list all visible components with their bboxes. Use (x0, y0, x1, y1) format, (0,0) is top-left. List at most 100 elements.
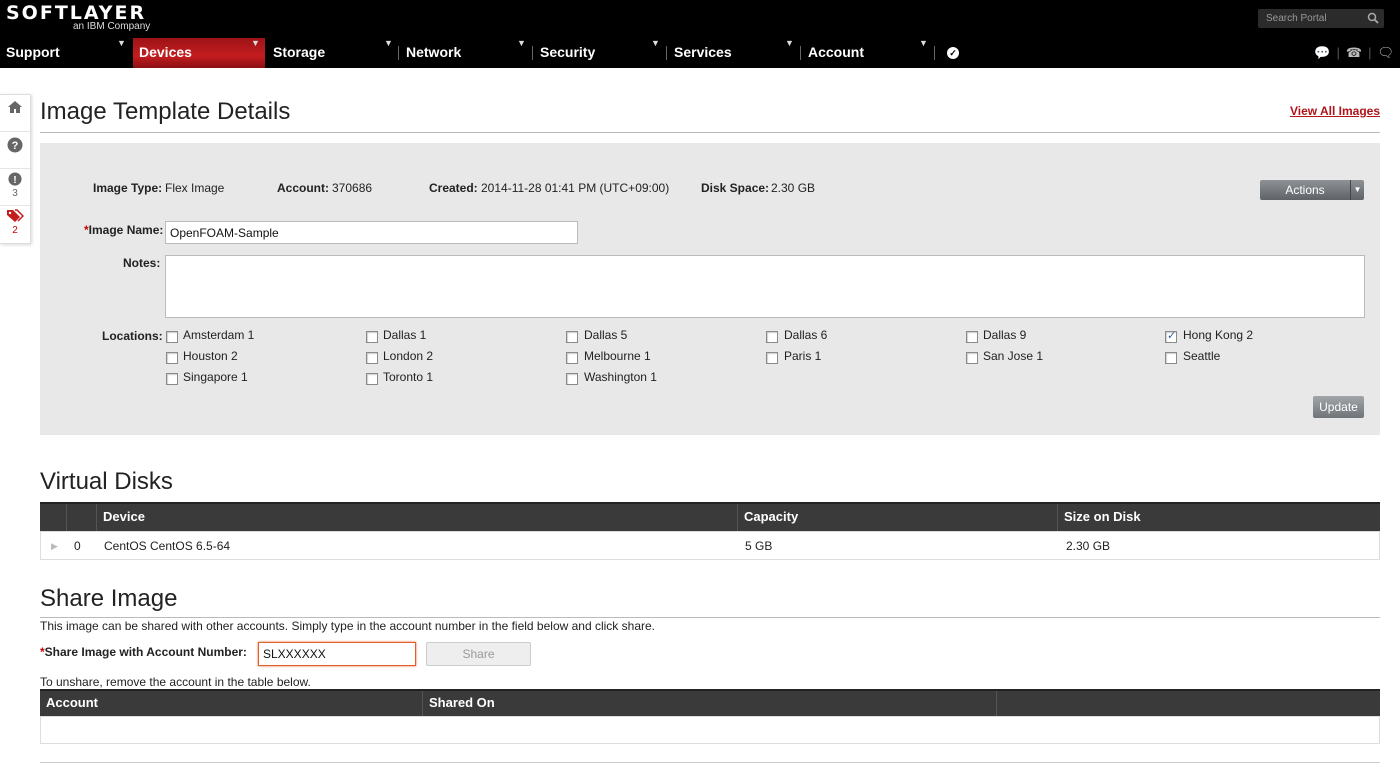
logo[interactable]: SOFTLAYER an IBM Company (6, 2, 150, 32)
nav-label: Services (674, 44, 732, 60)
virtual-disks-heading: Virtual Disks (40, 468, 173, 495)
virtual-disks-table-header: Device Capacity Size on Disk (40, 502, 1380, 531)
column-header-account[interactable]: Account (40, 691, 423, 716)
unshare-text: To unshare, remove the account in the ta… (40, 675, 311, 689)
location-checkbox[interactable] (166, 331, 178, 343)
more-menu-chevron-icon[interactable]: ✓ (947, 47, 959, 59)
column-header-size[interactable]: Size on Disk (1058, 504, 1380, 531)
search-box (1258, 9, 1384, 28)
location-checkbox[interactable] (1165, 352, 1177, 364)
chevron-down-icon: ▼ (517, 38, 526, 48)
nav-support[interactable]: Support (0, 38, 131, 68)
created-label: Created: (429, 181, 478, 195)
nav-account[interactable]: Account (802, 38, 933, 68)
nav-label: Network (406, 44, 462, 60)
disk-device: CentOS CentOS 6.5-64 (104, 539, 231, 553)
search-input[interactable] (1258, 9, 1362, 28)
rail-home[interactable] (0, 95, 30, 132)
rail-help[interactable]: ? (0, 132, 30, 169)
divider (40, 762, 1380, 763)
location-checkbox[interactable] (566, 331, 578, 343)
location-label: London 2 (383, 349, 434, 363)
location-checkbox[interactable] (166, 352, 178, 364)
index-column-header (67, 504, 97, 531)
rail-tickets[interactable]: 2 (0, 206, 30, 243)
disk-space-label: Disk Space: (701, 181, 770, 195)
share-account-label: *Share Image with Account Number: (40, 645, 247, 659)
view-all-images-link[interactable]: View All Images (1290, 104, 1380, 118)
nav-label: Security (540, 44, 596, 60)
help-icon: ? (7, 137, 23, 153)
notes-textarea[interactable] (165, 255, 1365, 318)
divider (40, 617, 1380, 618)
share-image-heading: Share Image (40, 585, 178, 612)
alert-icon: ! (8, 172, 22, 186)
location-checkbox[interactable] (966, 331, 978, 343)
chevron-down-icon[interactable]: ▼ (1350, 180, 1364, 200)
location-checkbox[interactable] (766, 331, 778, 343)
nav-label: Support (6, 44, 60, 60)
disk-space-value: 2.30 GB (771, 181, 816, 195)
nav-devices[interactable]: Devices (133, 38, 265, 68)
expand-column-header (40, 504, 67, 531)
table-row: ▶ 0 CentOS CentOS 6.5-64 5 GB 2.30 GB (40, 531, 1380, 560)
chat-icon[interactable]: 💬 (1314, 45, 1330, 60)
location-checkbox[interactable] (966, 352, 978, 364)
disk-capacity: 5 GB (745, 539, 773, 553)
divider (40, 132, 1380, 133)
nav-storage[interactable]: Storage (267, 38, 398, 68)
location-label: Washington 1 (584, 370, 657, 384)
location-label: Singapore 1 (183, 370, 248, 384)
location-label: Melbourne 1 (584, 349, 651, 363)
nav-divider (934, 46, 935, 60)
update-button[interactable]: Update (1313, 396, 1364, 418)
left-rail: ? ! 3 2 (0, 94, 31, 244)
svg-text:!: ! (13, 174, 17, 186)
home-icon (8, 101, 22, 113)
location-label: Amsterdam 1 (183, 328, 255, 342)
actions-label: Actions (1285, 183, 1325, 197)
nav-security[interactable]: Security (534, 38, 665, 68)
disk-size: 2.30 GB (1066, 539, 1111, 553)
image-name-input[interactable] (165, 221, 578, 244)
column-header-device[interactable]: Device (97, 504, 738, 531)
column-header-actions (997, 691, 1380, 716)
page-title: Image Template Details (40, 98, 291, 125)
shared-accounts-empty-row (40, 716, 1380, 744)
phone-icon[interactable]: ☎ (1346, 45, 1362, 60)
tag-icon (7, 209, 25, 222)
location-label: Dallas 5 (584, 328, 628, 342)
chevron-down-icon: ▼ (251, 38, 260, 48)
nav-divider (398, 46, 399, 60)
location-checkbox[interactable] (366, 373, 378, 385)
location-checkbox[interactable] (166, 373, 178, 385)
share-account-input[interactable] (258, 642, 416, 666)
nav-divider (532, 46, 533, 60)
location-label: Seattle (1183, 349, 1221, 363)
svg-text:?: ? (12, 140, 19, 152)
search-icon[interactable] (1367, 12, 1379, 24)
location-checkbox[interactable] (566, 352, 578, 364)
tickets-count: 2 (12, 225, 18, 236)
nav-label: Account (808, 44, 864, 60)
chevron-down-icon: ▼ (384, 38, 393, 48)
column-header-shared-on[interactable]: Shared On (423, 691, 997, 716)
rail-alerts[interactable]: ! 3 (0, 169, 30, 206)
column-header-capacity[interactable]: Capacity (738, 504, 1058, 531)
disk-index: 0 (74, 539, 81, 553)
share-button[interactable]: Share (426, 642, 531, 666)
image-name-label: *Image Name: (84, 223, 163, 237)
expand-row-icon[interactable]: ▶ (45, 532, 58, 560)
location-checkbox[interactable] (766, 352, 778, 364)
location-checkbox[interactable] (366, 352, 378, 364)
location-checkbox[interactable] (366, 331, 378, 343)
location-checkbox-checked[interactable] (1165, 329, 1177, 343)
message-icon[interactable]: 🗨 (1377, 45, 1394, 60)
actions-button[interactable]: Actions ▼ (1260, 180, 1364, 200)
image-name-label-text: Image Name: (88, 223, 164, 237)
location-label: Hong Kong 2 (1183, 328, 1254, 342)
nav-network[interactable]: Network (400, 38, 531, 68)
location-checkbox[interactable] (566, 373, 578, 385)
locations-label: Locations: (102, 329, 163, 343)
nav-services[interactable]: Services (668, 38, 799, 68)
